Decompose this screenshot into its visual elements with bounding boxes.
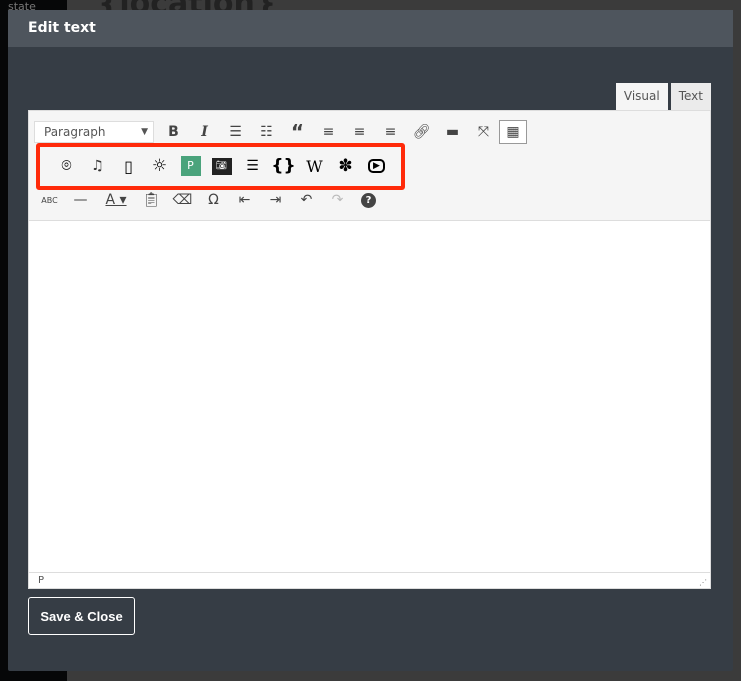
fullscreen-icon[interactable]: ⤧ (468, 120, 499, 144)
horizontal-line-icon[interactable]: — (65, 188, 96, 212)
align-left-icon[interactable]: ≡ (313, 120, 344, 144)
special-character-icon[interactable]: Ω (198, 188, 229, 212)
tab-text[interactable]: Text (670, 83, 711, 110)
tab-visual[interactable]: Visual (615, 83, 668, 110)
link-icon[interactable]: 🔗︎ (406, 120, 437, 144)
indent-icon[interactable]: ⇥ (260, 188, 291, 212)
save-close-button[interactable]: Save & Close (28, 597, 135, 635)
resize-handle-icon[interactable]: ⋰ (699, 578, 707, 587)
clear-formatting-icon[interactable]: ⌫ (167, 188, 198, 212)
paste-text-icon[interactable]: 📋︎ (136, 188, 167, 212)
element-path[interactable]: P (38, 575, 44, 586)
align-center-icon[interactable]: ≡ (344, 120, 375, 144)
align-right-icon[interactable]: ≡ (375, 120, 406, 144)
toolbar-toggle-icon[interactable]: ▦ (499, 120, 527, 144)
editor-toolbar: Paragraph B I ☰ ☷ “ ≡ ≡ ≡ 🔗︎ ▬ ⤧ ▦ ⌾ ♫ ▯… (29, 111, 710, 221)
edit-text-modal: Edit text Visual Text Paragraph B I ☰ ☷ … (8, 10, 733, 671)
rich-text-editor: Paragraph B I ☰ ☷ “ ≡ ≡ ≡ 🔗︎ ▬ ⤧ ▦ ⌾ ♫ ▯… (28, 110, 711, 589)
strikethrough-icon[interactable]: ABC (34, 188, 65, 212)
help-icon[interactable]: ? (353, 188, 384, 212)
status-bar: P ⋰ (29, 572, 710, 590)
bold-icon[interactable]: B (158, 120, 189, 144)
undo-icon[interactable]: ↶ (291, 188, 322, 212)
editor-tabs: Visual Text (615, 83, 711, 110)
text-color-icon[interactable]: A ▾ (96, 188, 136, 212)
highlight-box (36, 143, 405, 190)
blockquote-icon[interactable]: “ (282, 120, 313, 144)
outdent-icon[interactable]: ⇤ (229, 188, 260, 212)
bullet-list-icon[interactable]: ☰ (220, 120, 251, 144)
redo-icon[interactable]: ↷ (322, 188, 353, 212)
read-more-icon[interactable]: ▬ (437, 120, 468, 144)
editor-content[interactable] (29, 221, 710, 572)
modal-title: Edit text (8, 10, 733, 47)
format-select[interactable]: Paragraph (34, 121, 154, 143)
italic-icon[interactable]: I (189, 120, 220, 144)
numbered-list-icon[interactable]: ☷ (251, 120, 282, 144)
